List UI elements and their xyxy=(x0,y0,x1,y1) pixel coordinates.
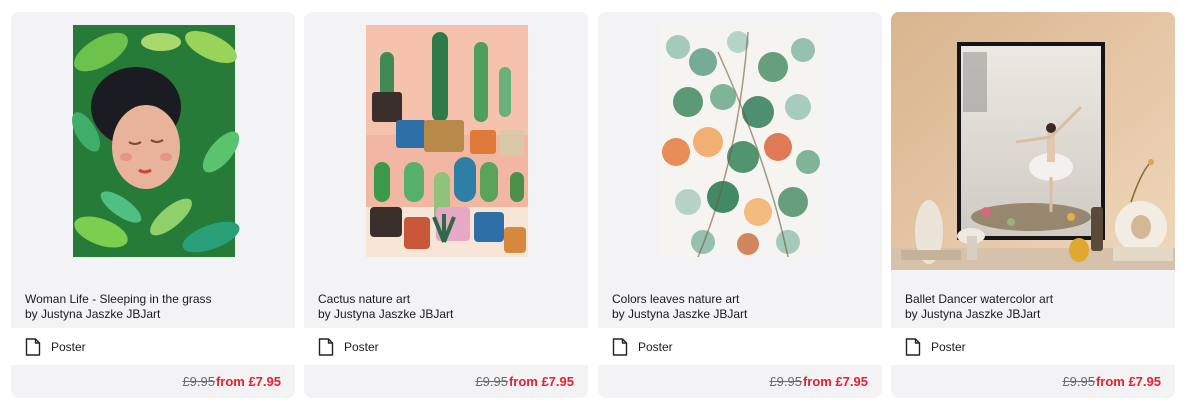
document-icon xyxy=(318,337,334,356)
sale-price: from £7.95 xyxy=(508,374,574,389)
product-image[interactable] xyxy=(11,12,295,270)
original-price: £9.95 xyxy=(475,374,508,389)
document-icon xyxy=(905,337,921,356)
product-card[interactable]: Cactus nature art by Justyna Jaszke JBJa… xyxy=(304,12,588,398)
product-card[interactable]: Colors leaves nature art by Justyna Jasz… xyxy=(598,12,882,398)
product-artist[interactable]: by Justyna Jaszke JBJart xyxy=(318,307,574,322)
product-card[interactable]: Ballet Dancer watercolor art by Justyna … xyxy=(891,12,1175,398)
variant-row[interactable]: Poster xyxy=(891,328,1175,365)
product-info[interactable]: Cactus nature art by Justyna Jaszke JBJa… xyxy=(304,270,588,328)
variant-row[interactable]: Poster xyxy=(304,328,588,365)
woman-sleeping-artwork xyxy=(11,12,295,270)
product-grid: Woman Life - Sleeping in the grass by Ju… xyxy=(0,0,1197,401)
ballet-dancer-room-artwork xyxy=(891,12,1175,270)
original-price: £9.95 xyxy=(769,374,802,389)
product-artist[interactable]: by Justyna Jaszke JBJart xyxy=(612,307,868,322)
document-icon xyxy=(25,337,41,356)
document-icon xyxy=(612,337,628,356)
product-info[interactable]: Colors leaves nature art by Justyna Jasz… xyxy=(598,270,882,328)
original-price: £9.95 xyxy=(182,374,215,389)
price-row: £9.95 from £7.95 xyxy=(11,365,295,398)
price-row: £9.95 from £7.95 xyxy=(891,365,1175,398)
variant-row[interactable]: Poster xyxy=(598,328,882,365)
price-row: £9.95 from £7.95 xyxy=(598,365,882,398)
variant-label: Poster xyxy=(638,339,673,354)
product-image[interactable] xyxy=(598,12,882,270)
sale-price: from £7.95 xyxy=(802,374,868,389)
variant-label: Poster xyxy=(344,339,379,354)
product-card[interactable]: Woman Life - Sleeping in the grass by Ju… xyxy=(11,12,295,398)
product-image[interactable] xyxy=(891,12,1175,270)
original-price: £9.95 xyxy=(1062,374,1095,389)
variant-row[interactable]: Poster xyxy=(11,328,295,365)
product-info[interactable]: Ballet Dancer watercolor art by Justyna … xyxy=(891,270,1175,328)
cactus-artwork xyxy=(304,12,588,270)
product-image[interactable] xyxy=(304,12,588,270)
sale-price: from £7.95 xyxy=(215,374,281,389)
variant-label: Poster xyxy=(931,339,966,354)
product-title[interactable]: Colors leaves nature art xyxy=(612,292,868,307)
eucalyptus-leaves-artwork xyxy=(598,12,882,270)
variant-label: Poster xyxy=(51,339,86,354)
price-row: £9.95 from £7.95 xyxy=(304,365,588,398)
product-artist[interactable]: by Justyna Jaszke JBJart xyxy=(905,307,1161,322)
product-title[interactable]: Woman Life - Sleeping in the grass xyxy=(25,292,281,307)
product-title[interactable]: Ballet Dancer watercolor art xyxy=(905,292,1161,307)
product-title[interactable]: Cactus nature art xyxy=(318,292,574,307)
product-info[interactable]: Woman Life - Sleeping in the grass by Ju… xyxy=(11,270,295,328)
sale-price: from £7.95 xyxy=(1095,374,1161,389)
product-artist[interactable]: by Justyna Jaszke JBJart xyxy=(25,307,281,322)
